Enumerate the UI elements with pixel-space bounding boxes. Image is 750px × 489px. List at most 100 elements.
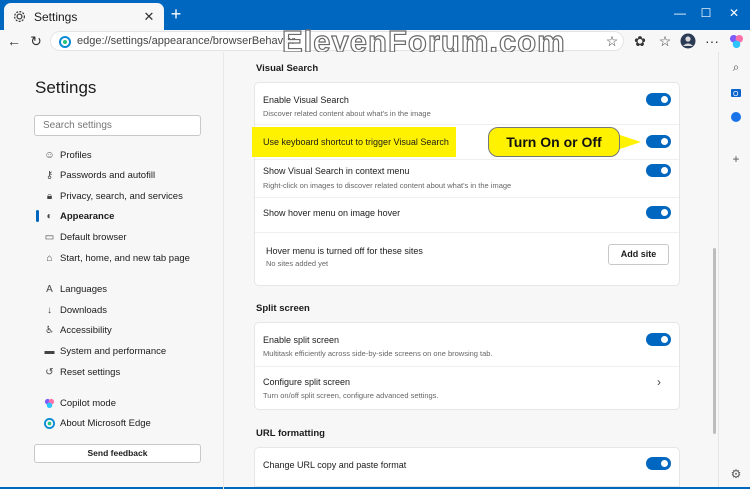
context-menu-toggle[interactable] <box>646 164 671 177</box>
sidebar-item-label: Profiles <box>60 149 92 161</box>
appearance-icon: ◐ <box>46 210 53 222</box>
copilot-button-icon[interactable] <box>726 31 746 51</box>
profile-icon: ☺ <box>44 149 55 161</box>
add-app-icon[interactable]: + <box>729 152 743 166</box>
gear-icon <box>12 10 26 24</box>
sidebar-item-system[interactable]: ▬ System and performance <box>44 343 167 359</box>
add-site-button[interactable]: Add site <box>608 244 669 265</box>
enable-visual-search-label: Enable Visual Search <box>263 95 349 105</box>
outlook-icon[interactable]: O <box>729 86 743 100</box>
page-title: Settings <box>35 78 97 97</box>
sidebar-item-label: Reset settings <box>60 366 121 378</box>
send-feedback-button[interactable]: Send feedback <box>34 444 201 463</box>
row-divider <box>255 159 679 160</box>
row-divider <box>255 124 679 125</box>
home-icon: ⌂ <box>46 252 53 264</box>
edge-icon <box>44 417 55 429</box>
hover-menu-label: Show hover menu on image hover <box>263 208 401 218</box>
more-menu-icon[interactable]: ··· <box>702 31 722 51</box>
split-screen-toggle[interactable] <box>646 333 671 346</box>
edge-sidebar-app-icon[interactable] <box>729 110 743 124</box>
profile-avatar[interactable] <box>678 31 698 51</box>
callout-label: Turn On or Off <box>488 127 620 157</box>
row-divider <box>255 197 679 198</box>
tab-title: Settings <box>34 9 78 24</box>
sidebar-item-default-browser[interactable]: ▭ Default browser <box>44 229 127 245</box>
system-icon: ▬ <box>44 345 55 357</box>
sidebar-item-profiles[interactable]: ☺ Profiles <box>44 147 92 163</box>
sidebar-item-about[interactable]: About Microsoft Edge <box>44 415 151 431</box>
url-format-toggle[interactable] <box>646 457 671 470</box>
refresh-icon[interactable]: ↻ <box>26 31 46 51</box>
section-title-url-formatting: URL formatting <box>256 428 325 439</box>
hover-menu-toggle[interactable] <box>646 206 671 219</box>
sidebar-item-label: Passwords and autofill <box>60 169 156 181</box>
scrollbar[interactable] <box>713 248 716 434</box>
sidebar-item-reset[interactable]: ↺ Reset settings <box>44 364 120 380</box>
copilot-icon <box>44 398 55 409</box>
keyboard-shortcut-label: Use keyboard shortcut to trigger Visual … <box>263 137 449 147</box>
new-tab-button[interactable]: + <box>168 5 184 24</box>
sidebar-divider <box>223 52 224 489</box>
tab-close-icon[interactable]: ✕ <box>142 9 156 25</box>
edge-logo-icon <box>59 35 71 48</box>
hover-off-sites-desc: No sites added yet <box>266 259 329 268</box>
back-arrow-icon[interactable]: ← <box>4 31 24 51</box>
sidebar-item-label: Privacy, search, and services <box>60 190 183 202</box>
reset-icon: ↺ <box>45 366 54 378</box>
section-title-visual-search: Visual Search <box>256 63 319 74</box>
sidebar-item-label: Copilot mode <box>60 397 116 409</box>
svg-text:O: O <box>733 91 739 98</box>
minimize-button[interactable]: — <box>670 6 690 20</box>
active-indicator <box>36 210 39 222</box>
context-menu-label: Show Visual Search in context menu <box>263 166 410 176</box>
callout-arrow <box>617 134 641 150</box>
sidebar-item-label: Appearance <box>60 210 115 222</box>
row-divider <box>255 366 679 367</box>
context-menu-desc: Right-click on images to discover relate… <box>263 181 512 190</box>
search-icon[interactable]: ⌕ <box>729 60 743 74</box>
keyboard-shortcut-toggle[interactable] <box>646 135 671 148</box>
favorites-icon[interactable]: ☆ <box>655 31 675 51</box>
sidebar-item-start-home[interactable]: ⌂ Start, home, and new tab page <box>44 250 190 266</box>
browser-icon: ▭ <box>44 231 55 243</box>
enable-split-screen-desc: Multitask efficiently across side-by-sid… <box>263 349 493 358</box>
sidebar-item-copilot[interactable]: Copilot mode <box>44 395 116 411</box>
close-button[interactable]: ✕ <box>724 6 744 20</box>
sidebar-item-languages[interactable]: A Languages <box>44 281 107 297</box>
sidebar-item-appearance[interactable]: ◐ Appearance <box>44 208 114 224</box>
sidebar-settings-icon[interactable]: ⚙ <box>729 467 743 481</box>
enable-visual-search-toggle[interactable] <box>646 93 671 106</box>
sidebar-item-label: Downloads <box>60 304 107 316</box>
enable-visual-search-desc: Discover related content about what's in… <box>263 109 431 118</box>
download-icon: ↓ <box>47 304 52 316</box>
section-title-split-screen: Split screen <box>256 303 310 314</box>
accessibility-icon: ♿︎ <box>45 324 54 336</box>
url-format-label: Change URL copy and paste format <box>263 460 407 470</box>
settings-tab[interactable]: Settings ✕ <box>4 3 164 30</box>
configure-split-screen-label: Configure split screen <box>263 377 351 387</box>
hover-off-sites-label: Hover menu is turned off for these sites <box>266 246 423 256</box>
enable-split-screen-label: Enable split screen <box>263 335 340 345</box>
search-settings-input[interactable] <box>34 115 201 136</box>
sidebar-item-privacy[interactable]: 🔒︎ Privacy, search, and services <box>44 188 183 204</box>
row-divider <box>255 232 679 233</box>
address-url: edge://settings/appearance/browserBehavi… <box>77 35 296 47</box>
chevron-right-icon[interactable]: › <box>657 375 661 389</box>
sidebar-item-passwords[interactable]: ⚷ Passwords and autofill <box>44 167 155 183</box>
sidebar-item-label: Default browser <box>60 231 127 243</box>
languages-icon: A <box>46 283 53 295</box>
sidebar-item-label: Languages <box>60 283 108 295</box>
sidebar-item-downloads[interactable]: ↓ Downloads <box>44 302 107 318</box>
lock-icon: 🔒︎ <box>46 190 53 202</box>
sidebar-item-label: System and performance <box>60 345 167 357</box>
extensions-icon[interactable]: ✿ <box>630 31 650 51</box>
maximize-button[interactable]: ☐ <box>696 6 716 20</box>
configure-split-screen-desc: Turn on/off split screen, configure adva… <box>263 391 439 400</box>
edge-sidebar: ⌕ O + ⚙ <box>718 52 750 487</box>
sidebar-item-accessibility[interactable]: ♿︎ Accessibility <box>44 322 112 338</box>
favorite-star-icon[interactable]: ☆ <box>602 31 622 51</box>
sidebar-item-label: Start, home, and new tab page <box>60 252 190 264</box>
sidebar-item-label: Accessibility <box>60 324 112 336</box>
key-icon: ⚷ <box>45 169 54 181</box>
